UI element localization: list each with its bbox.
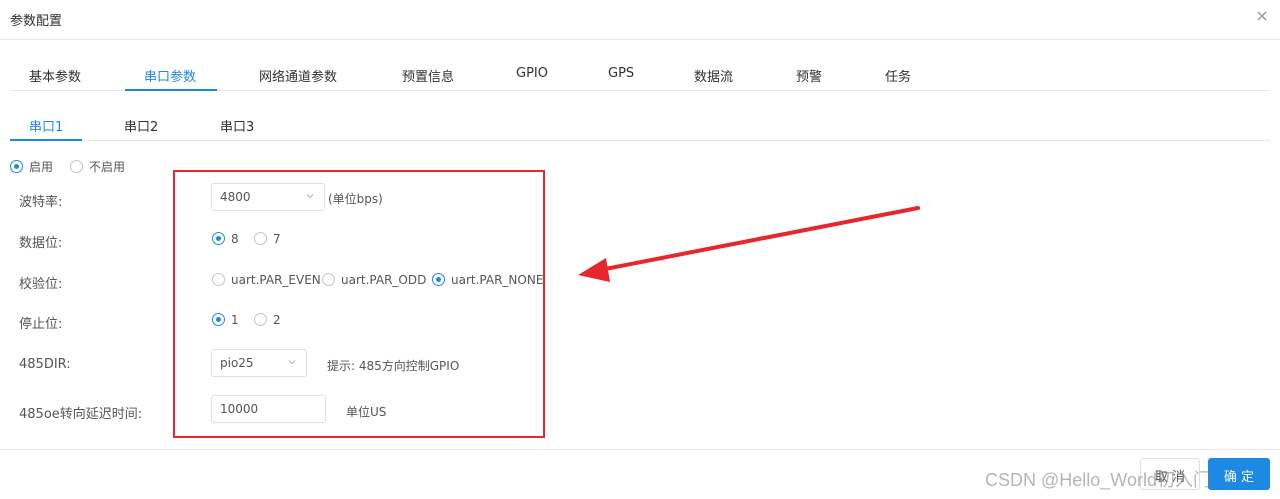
delay-input[interactable]: 10000 — [211, 395, 326, 423]
radio-parity-none[interactable]: uart.PAR_NONE — [432, 272, 543, 287]
main-tabs: 基本参数 串口参数 网络通道参数 预置信息 GPIO GPS 数据流 预警 任务 — [10, 56, 1270, 91]
tab-basic-params[interactable]: 基本参数 — [29, 66, 81, 85]
radio-data-bits-7-label: 7 — [273, 231, 281, 246]
baud-rate-label: 波特率: — [19, 195, 63, 210]
tab-network-channel-params[interactable]: 网络通道参数 — [259, 66, 337, 85]
radio-stop-bits-1-label: 1 — [231, 312, 239, 327]
radio-stop-bits-1-indicator — [212, 313, 225, 326]
baud-rate-select[interactable]: 4800 — [211, 183, 325, 211]
delay-label: 485oe转向延迟时间: — [19, 407, 143, 422]
dir485-select[interactable]: pio25 — [211, 349, 307, 377]
tab-serial-params[interactable]: 串口参数 — [144, 66, 196, 85]
radio-stop-bits-2-indicator — [254, 313, 267, 326]
radio-data-bits-8-indicator — [212, 232, 225, 245]
radio-data-bits-7-indicator — [254, 232, 267, 245]
dir485-value: pio25 — [220, 356, 254, 370]
radio-disable-label: 不启用 — [89, 160, 126, 174]
radio-stop-bits-2-label: 2 — [273, 312, 281, 327]
tab-data-stream[interactable]: 数据流 — [694, 66, 733, 85]
radio-enable-indicator — [10, 160, 23, 173]
radio-disable-indicator — [70, 160, 83, 173]
parity-label: 校验位: — [19, 277, 63, 292]
radio-parity-odd-label: uart.PAR_ODD — [341, 272, 427, 287]
radio-disable[interactable]: 不启用 — [70, 158, 125, 175]
dialog-title: 参数配置 — [10, 14, 63, 29]
chevron-down-icon — [288, 360, 296, 365]
tab-serial-3[interactable]: 串口3 — [220, 116, 254, 135]
active-tab-indicator — [125, 89, 217, 91]
cancel-button[interactable]: 取 消 — [1140, 458, 1200, 490]
chevron-down-icon — [306, 194, 314, 199]
dir485-hint: 提示: 485方向控制GPIO — [327, 359, 460, 373]
stop-bits-label: 停止位: — [19, 317, 63, 332]
annotation-arrow-icon — [578, 206, 920, 282]
tab-serial-1[interactable]: 串口1 — [29, 116, 63, 135]
data-bits-label: 数据位: — [19, 236, 63, 251]
radio-parity-odd-indicator — [322, 273, 335, 286]
radio-data-bits-7[interactable]: 7 — [254, 231, 281, 246]
radio-enable[interactable]: 启用 — [10, 158, 53, 175]
radio-stop-bits-1[interactable]: 1 — [212, 312, 239, 327]
baud-rate-value: 4800 — [220, 190, 251, 204]
baud-rate-unit: (单位bps) — [328, 192, 383, 206]
dialog-header: 参数配置 — [0, 0, 1280, 40]
serial-port-tabs: 串口1 串口2 串口3 — [10, 106, 1270, 141]
radio-parity-even[interactable]: uart.PAR_EVEN — [212, 272, 321, 287]
tab-gpio[interactable]: GPIO — [516, 66, 548, 81]
dir485-label: 485DIR: — [19, 357, 71, 372]
radio-data-bits-8[interactable]: 8 — [212, 231, 239, 246]
confirm-button[interactable]: 确 定 — [1208, 458, 1270, 490]
radio-parity-odd[interactable]: uart.PAR_ODD — [322, 272, 426, 287]
delay-unit: 单位US — [346, 405, 387, 419]
radio-parity-none-indicator — [432, 273, 445, 286]
tab-warning[interactable]: 预警 — [796, 66, 822, 85]
radio-data-bits-8-label: 8 — [231, 231, 239, 246]
tab-serial-2[interactable]: 串口2 — [124, 116, 158, 135]
radio-stop-bits-2[interactable]: 2 — [254, 312, 281, 327]
radio-parity-even-label: uart.PAR_EVEN — [231, 272, 321, 287]
dialog-footer: 取 消 确 定 — [0, 449, 1280, 499]
radio-parity-none-label: uart.PAR_NONE — [451, 272, 544, 287]
radio-enable-label: 启用 — [29, 160, 54, 174]
tab-gps[interactable]: GPS — [608, 66, 634, 81]
close-icon[interactable] — [1254, 8, 1270, 24]
delay-value: 10000 — [220, 402, 259, 416]
active-subtab-indicator — [10, 139, 82, 141]
tab-tasks[interactable]: 任务 — [885, 66, 911, 85]
radio-parity-even-indicator — [212, 273, 225, 286]
tab-preset-info[interactable]: 预置信息 — [402, 66, 454, 85]
